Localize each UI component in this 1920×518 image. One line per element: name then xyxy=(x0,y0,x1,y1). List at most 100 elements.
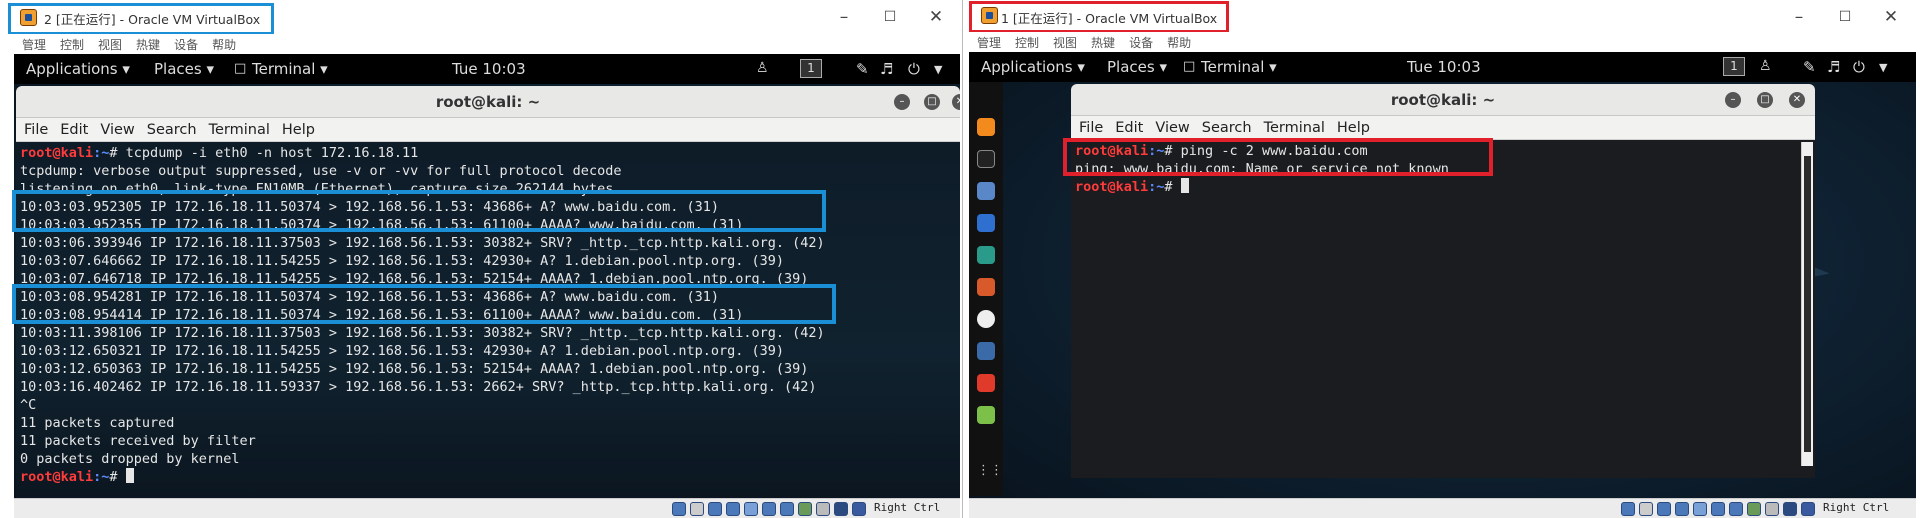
applications-menu[interactable]: Applications ▾ xyxy=(26,60,130,78)
guest-display[interactable]: Applications ▾ Places ▾ □ Terminal ▾ Tue… xyxy=(969,52,1916,518)
recording-icon[interactable] xyxy=(798,502,812,516)
terminal-menu-edit[interactable]: Edit xyxy=(1115,116,1143,140)
window-titlebar[interactable]: 1 [正在运行] - Oracle VM VirtualBox – ☐ ✕ xyxy=(963,0,1920,34)
output-line: 10:03:03.952305 IP 172.16.18.11.50374 > … xyxy=(20,199,719,215)
mouse-integration-icon[interactable] xyxy=(834,502,848,516)
power-menu-chevron-icon[interactable]: ▼ xyxy=(934,63,942,76)
audio-icon[interactable] xyxy=(708,502,722,516)
terminal-output[interactable]: root@kali:~# ping -c 2 www.baidu.com ping… xyxy=(1071,140,1801,478)
firefox-icon[interactable] xyxy=(977,118,995,136)
power-icon[interactable]: ⏻ xyxy=(908,60,920,78)
terminal-app-menu[interactable]: Terminal ▾ xyxy=(252,60,328,78)
leafpad-icon[interactable] xyxy=(977,406,995,424)
terminal-scrollbar[interactable] xyxy=(1801,142,1813,466)
maximize-icon[interactable]: ☐ xyxy=(878,5,902,29)
power-icon[interactable]: ⏻ xyxy=(1853,58,1865,76)
window-title: 2 [正在运行] - Oracle VM VirtualBox xyxy=(44,12,261,27)
network-adapter-icon[interactable] xyxy=(726,502,740,516)
burpsuite-icon[interactable] xyxy=(977,278,995,296)
usb-icon[interactable] xyxy=(744,502,758,516)
terminal-menu-view[interactable]: View xyxy=(100,118,134,142)
terminal-menu-terminal[interactable]: Terminal xyxy=(209,118,270,142)
hdd-icon[interactable] xyxy=(1621,502,1635,516)
terminal-titlebar[interactable]: root@kali: ~ – □ ✕ xyxy=(16,86,960,118)
menu-item[interactable]: 管理 xyxy=(977,33,1001,53)
clock[interactable]: Tue 10:03 xyxy=(452,60,526,78)
menu-item[interactable]: 控制 xyxy=(1015,33,1039,53)
menu-item[interactable]: 帮助 xyxy=(212,35,236,55)
vm-window-2: 2 [正在运行] - Oracle VM VirtualBox – ☐ ✕ 管理… xyxy=(0,0,962,518)
menu-item[interactable]: 设备 xyxy=(174,35,198,55)
optical-icon[interactable] xyxy=(1639,502,1653,516)
window-titlebar[interactable]: 2 [正在运行] - Oracle VM VirtualBox – ☐ ✕ xyxy=(0,0,962,34)
hdd-icon[interactable] xyxy=(672,502,686,516)
metasploit-icon[interactable] xyxy=(977,214,995,232)
minimize-icon[interactable]: – xyxy=(1787,5,1811,29)
terminal-menu-terminal[interactable]: Terminal xyxy=(1264,116,1325,140)
terminal-minimize-icon[interactable]: – xyxy=(894,94,910,110)
keyboard-capture-icon[interactable] xyxy=(852,502,866,516)
applications-menu[interactable]: Applications ▾ xyxy=(981,58,1085,76)
terminal-maximize-icon[interactable]: □ xyxy=(924,94,940,110)
mouse-integration-icon[interactable] xyxy=(1783,502,1797,516)
clock[interactable]: Tue 10:03 xyxy=(1407,58,1481,76)
terminal-menu-file[interactable]: File xyxy=(24,118,48,142)
places-menu[interactable]: Places ▾ xyxy=(1107,58,1167,76)
terminal-menu-view[interactable]: View xyxy=(1155,116,1189,140)
menu-item[interactable]: 管理 xyxy=(22,35,46,55)
maximize-icon[interactable]: ☐ xyxy=(1833,5,1857,29)
terminal-maximize-icon[interactable]: □ xyxy=(1757,92,1773,108)
workspace-indicator[interactable]: 1 xyxy=(800,59,822,78)
menu-item[interactable]: 帮助 xyxy=(1167,33,1191,53)
terminal-app-menu[interactable]: Terminal ▾ xyxy=(1201,58,1277,76)
terminal-menu-search[interactable]: Search xyxy=(147,118,197,142)
menu-item[interactable]: 热键 xyxy=(1091,33,1115,53)
recording-icon[interactable] xyxy=(1747,502,1761,516)
menu-item[interactable]: 视图 xyxy=(1053,33,1077,53)
cpu-icon[interactable] xyxy=(816,502,830,516)
terminal-minimize-icon[interactable]: – xyxy=(1725,92,1741,108)
armitage-icon[interactable] xyxy=(977,246,995,264)
display-icon[interactable] xyxy=(1729,502,1743,516)
terminal-menu-file[interactable]: File xyxy=(1079,116,1103,140)
beef-icon[interactable] xyxy=(977,310,995,328)
terminal-menu-edit[interactable]: Edit xyxy=(60,118,88,142)
show-applications-icon[interactable]: ⋮⋮ xyxy=(977,462,1003,480)
menu-item[interactable]: 热键 xyxy=(136,35,160,55)
network-adapter-icon[interactable] xyxy=(1675,502,1689,516)
close-icon[interactable]: ✕ xyxy=(924,5,948,29)
power-menu-chevron-icon[interactable]: ▼ xyxy=(1879,61,1887,74)
terminal-dock-icon[interactable] xyxy=(977,150,995,168)
terminal-close-icon[interactable]: ✕ xyxy=(1789,92,1805,108)
terminal-menu-help[interactable]: Help xyxy=(1337,116,1370,140)
terminal-titlebar[interactable]: root@kali: ~ – □ ✕ xyxy=(1071,84,1815,116)
audio-icon[interactable] xyxy=(1657,502,1671,516)
display-icon[interactable] xyxy=(780,502,794,516)
menu-item[interactable]: 设备 xyxy=(1129,33,1153,53)
scrollbar-thumb[interactable] xyxy=(1804,156,1811,452)
faraday-icon[interactable] xyxy=(977,374,995,392)
close-icon[interactable]: ✕ xyxy=(1879,5,1903,29)
menu-item[interactable]: 视图 xyxy=(98,35,122,55)
terminal-window: root@kali: ~ – □ ✕ File Edit View Search Ter… xyxy=(1071,84,1815,478)
optical-icon[interactable] xyxy=(690,502,704,516)
terminal-menubar: File Edit View Search Terminal Help xyxy=(16,118,960,142)
shared-folder-icon[interactable] xyxy=(762,502,776,516)
usb-icon[interactable] xyxy=(1693,502,1707,516)
maltego-icon[interactable] xyxy=(977,342,995,360)
terminal-menu-search[interactable]: Search xyxy=(1202,116,1252,140)
keyboard-capture-icon[interactable] xyxy=(1801,502,1815,516)
workspace-indicator[interactable]: 1 xyxy=(1723,57,1745,76)
menu-item[interactable]: 控制 xyxy=(60,35,84,55)
terminal-menu-help[interactable]: Help xyxy=(282,118,315,142)
places-menu[interactable]: Places ▾ xyxy=(154,60,214,78)
output-line: 11 packets captured xyxy=(20,415,175,431)
output-line: 11 packets received by filter xyxy=(20,433,256,449)
guest-display[interactable]: Applications ▾ Places ▾ □ Terminal ▾ Tue… xyxy=(14,54,960,518)
shared-folder-icon[interactable] xyxy=(1711,502,1725,516)
minimize-icon[interactable]: – xyxy=(832,5,856,29)
files-icon[interactable] xyxy=(977,182,995,200)
cpu-icon[interactable] xyxy=(1765,502,1779,516)
terminal-output[interactable]: root@kali:~# tcpdump -i eth0 -n host 172… xyxy=(16,142,960,498)
output-line: 10:03:16.402462 IP 172.16.18.11.59337 > … xyxy=(20,379,817,395)
